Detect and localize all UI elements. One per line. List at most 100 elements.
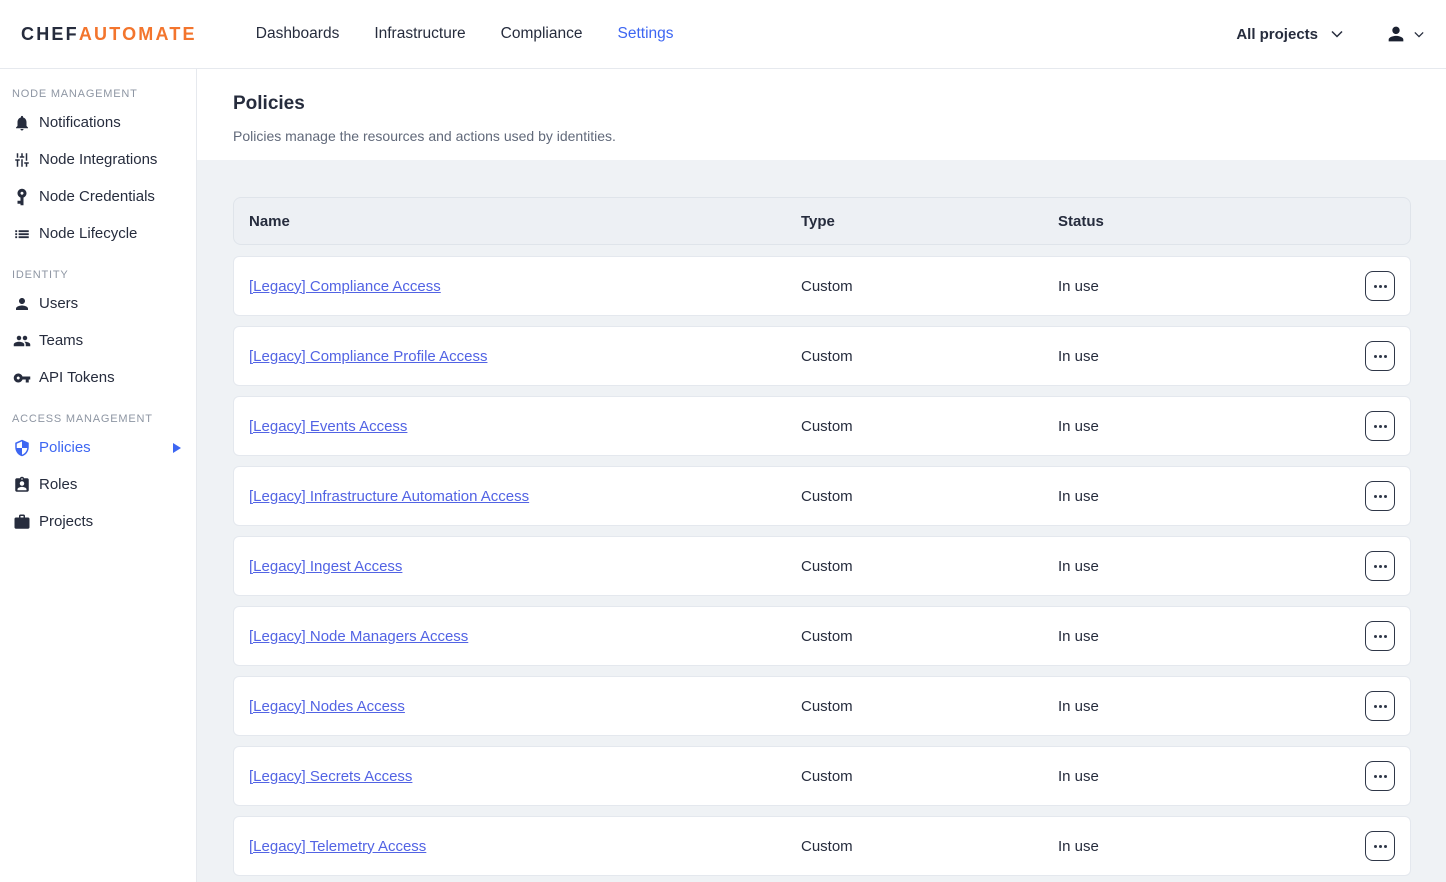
policy-type: Custom: [801, 838, 853, 855]
policy-name-cell: [Legacy] Nodes Access: [249, 698, 801, 715]
column-header-status: Status: [1058, 213, 1365, 230]
page-header: Policies Policies manage the resources a…: [197, 69, 1446, 160]
policy-type-cell: Custom: [801, 558, 1058, 575]
sidebar-section-title: ACCESS MANAGEMENT: [12, 413, 196, 425]
row-menu-button[interactable]: [1365, 551, 1395, 581]
sidebar-item-label: Roles: [39, 476, 77, 493]
sidebar-item-projects[interactable]: Projects: [0, 503, 196, 540]
sidebar-section-title: IDENTITY: [12, 269, 196, 281]
row-menu-button[interactable]: [1365, 831, 1395, 861]
sidebar-item-label: Users: [39, 295, 78, 312]
sidebar-item-users[interactable]: Users: [0, 285, 196, 322]
sliders-icon: [12, 151, 31, 169]
row-menu-button[interactable]: [1365, 271, 1395, 301]
column-header-name: Name: [249, 213, 801, 230]
table-body: [Legacy] Compliance AccessCustomIn use[L…: [233, 256, 1411, 876]
ellipsis-icon: [1374, 635, 1387, 638]
settings-sidebar: NODE MANAGEMENTNotificationsNode Integra…: [0, 69, 197, 882]
sidebar-item-roles[interactable]: Roles: [0, 466, 196, 503]
policy-name-cell: [Legacy] Secrets Access: [249, 768, 801, 785]
ellipsis-icon: [1374, 425, 1387, 428]
policies-content: NameTypeStatus [Legacy] Compliance Acces…: [197, 160, 1446, 882]
policy-type: Custom: [801, 628, 853, 645]
policy-status-cell: In use: [1058, 418, 1365, 435]
page-subtitle: Policies manage the resources and action…: [233, 128, 1446, 144]
policy-link[interactable]: [Legacy] Nodes Access: [249, 698, 405, 715]
page-title: Policies: [233, 93, 1446, 115]
policy-link[interactable]: [Legacy] Telemetry Access: [249, 838, 426, 855]
ellipsis-icon: [1374, 775, 1387, 778]
nav-item-compliance[interactable]: Compliance: [501, 25, 583, 43]
sidebar-item-node-lifecycle[interactable]: Node Lifecycle: [0, 215, 196, 252]
policy-type-cell: Custom: [801, 628, 1058, 645]
row-menu-button[interactable]: [1365, 621, 1395, 651]
table-row: [Legacy] Secrets AccessCustomIn use: [233, 746, 1411, 806]
sidebar-item-teams[interactable]: Teams: [0, 322, 196, 359]
projects-filter-dropdown[interactable]: All projects: [1236, 26, 1343, 43]
nav-item-dashboards[interactable]: Dashboards: [256, 25, 340, 43]
policy-link[interactable]: [Legacy] Compliance Profile Access: [249, 348, 487, 365]
policy-link[interactable]: [Legacy] Events Access: [249, 418, 407, 435]
table-row: [Legacy] Nodes Access Custom In use: [233, 676, 1411, 736]
user-menu[interactable]: [1385, 23, 1424, 45]
list-icon: [12, 225, 31, 243]
arrow-right-icon[interactable]: [167, 443, 186, 453]
policy-status: In use: [1058, 628, 1099, 645]
row-menu-button[interactable]: [1365, 341, 1395, 371]
policy-type-cell: Custom: [801, 698, 1058, 715]
sidebar-item-notifications[interactable]: Notifications: [0, 104, 196, 141]
table-row: [Legacy] Ingest Access Custom In use: [233, 536, 1411, 596]
policy-type: Custom: [801, 418, 853, 435]
sidebar-item-node-integrations[interactable]: Node Integrations: [0, 141, 196, 178]
top-navbar: CHEFAUTOMATE Dashboards Infrastructure Com…: [0, 0, 1446, 69]
policy-status-cell: In use: [1058, 768, 1365, 785]
main-nav: Dashboards Infrastructure Compliance Settin…: [256, 25, 674, 43]
policy-status: In use: [1058, 698, 1099, 715]
policy-link[interactable]: [Legacy] Infrastructure Automation Acces…: [249, 488, 529, 505]
policy-status: In use: [1058, 488, 1099, 505]
policy-link[interactable]: [Legacy] Node Managers Access: [249, 628, 468, 645]
sidebar-item-policies[interactable]: Policies: [0, 429, 196, 466]
policy-link[interactable]: [Legacy] Ingest Access: [249, 558, 402, 575]
policy-link[interactable]: [Legacy] Compliance Access: [249, 278, 441, 295]
sidebar-item-label: Teams: [39, 332, 83, 349]
key-vertical-icon: [12, 188, 31, 206]
sidebar-item-node-credentials[interactable]: Node Credentials: [0, 178, 196, 215]
chef-automate-logo[interactable]: CHEFAUTOMATE: [21, 24, 197, 45]
row-menu-button[interactable]: [1365, 761, 1395, 791]
policy-type: Custom: [801, 348, 853, 365]
policy-status: In use: [1058, 558, 1099, 575]
nav-item-settings[interactable]: Settings: [618, 25, 674, 43]
ellipsis-icon: [1374, 285, 1387, 288]
chevron-down-icon: [1331, 30, 1343, 38]
row-menu-button[interactable]: [1365, 411, 1395, 441]
chevron-down-icon: [1414, 31, 1424, 38]
logo-chef-text: CHEF: [21, 24, 79, 45]
policy-status-cell: In use: [1058, 488, 1365, 505]
chef-automate-app: CHEFAUTOMATE Dashboards Infrastructure Com…: [0, 0, 1446, 882]
policy-link[interactable]: [Legacy] Secrets Access: [249, 768, 412, 785]
main-panel: Policies Policies manage the resources a…: [197, 69, 1446, 882]
policy-type: Custom: [801, 488, 853, 505]
logo-automate-text: AUTOMATE: [79, 24, 197, 45]
policy-name-cell: [Legacy] Node Managers Access: [249, 628, 801, 645]
policy-type: Custom: [801, 698, 853, 715]
policy-status-cell: In use: [1058, 628, 1365, 645]
policy-status-cell: In use: [1058, 838, 1365, 855]
row-menu-button[interactable]: [1365, 481, 1395, 511]
nav-item-infrastructure[interactable]: Infrastructure: [374, 25, 465, 43]
table-row: [Legacy] Events Access Custom In use: [233, 396, 1411, 456]
policy-type: Custom: [801, 558, 853, 575]
policies-table: NameTypeStatus [Legacy] Compliance Acces…: [233, 197, 1411, 876]
policy-name-cell: [Legacy] Compliance Profile Access: [249, 348, 801, 365]
column-header-type: Type: [801, 213, 1058, 230]
policy-type-cell: Custom: [801, 418, 1058, 435]
person-icon: [12, 295, 31, 313]
table-row: [Legacy] Compliance Profile Access Custom…: [233, 326, 1411, 386]
policy-name-cell: [Legacy] Telemetry Access: [249, 838, 801, 855]
sidebar-item-api-tokens[interactable]: API Tokens: [0, 359, 196, 396]
row-menu-button[interactable]: [1365, 691, 1395, 721]
policy-status-cell: In use: [1058, 698, 1365, 715]
sidebar-item-label: Notifications: [39, 114, 121, 131]
policy-status: In use: [1058, 278, 1099, 295]
